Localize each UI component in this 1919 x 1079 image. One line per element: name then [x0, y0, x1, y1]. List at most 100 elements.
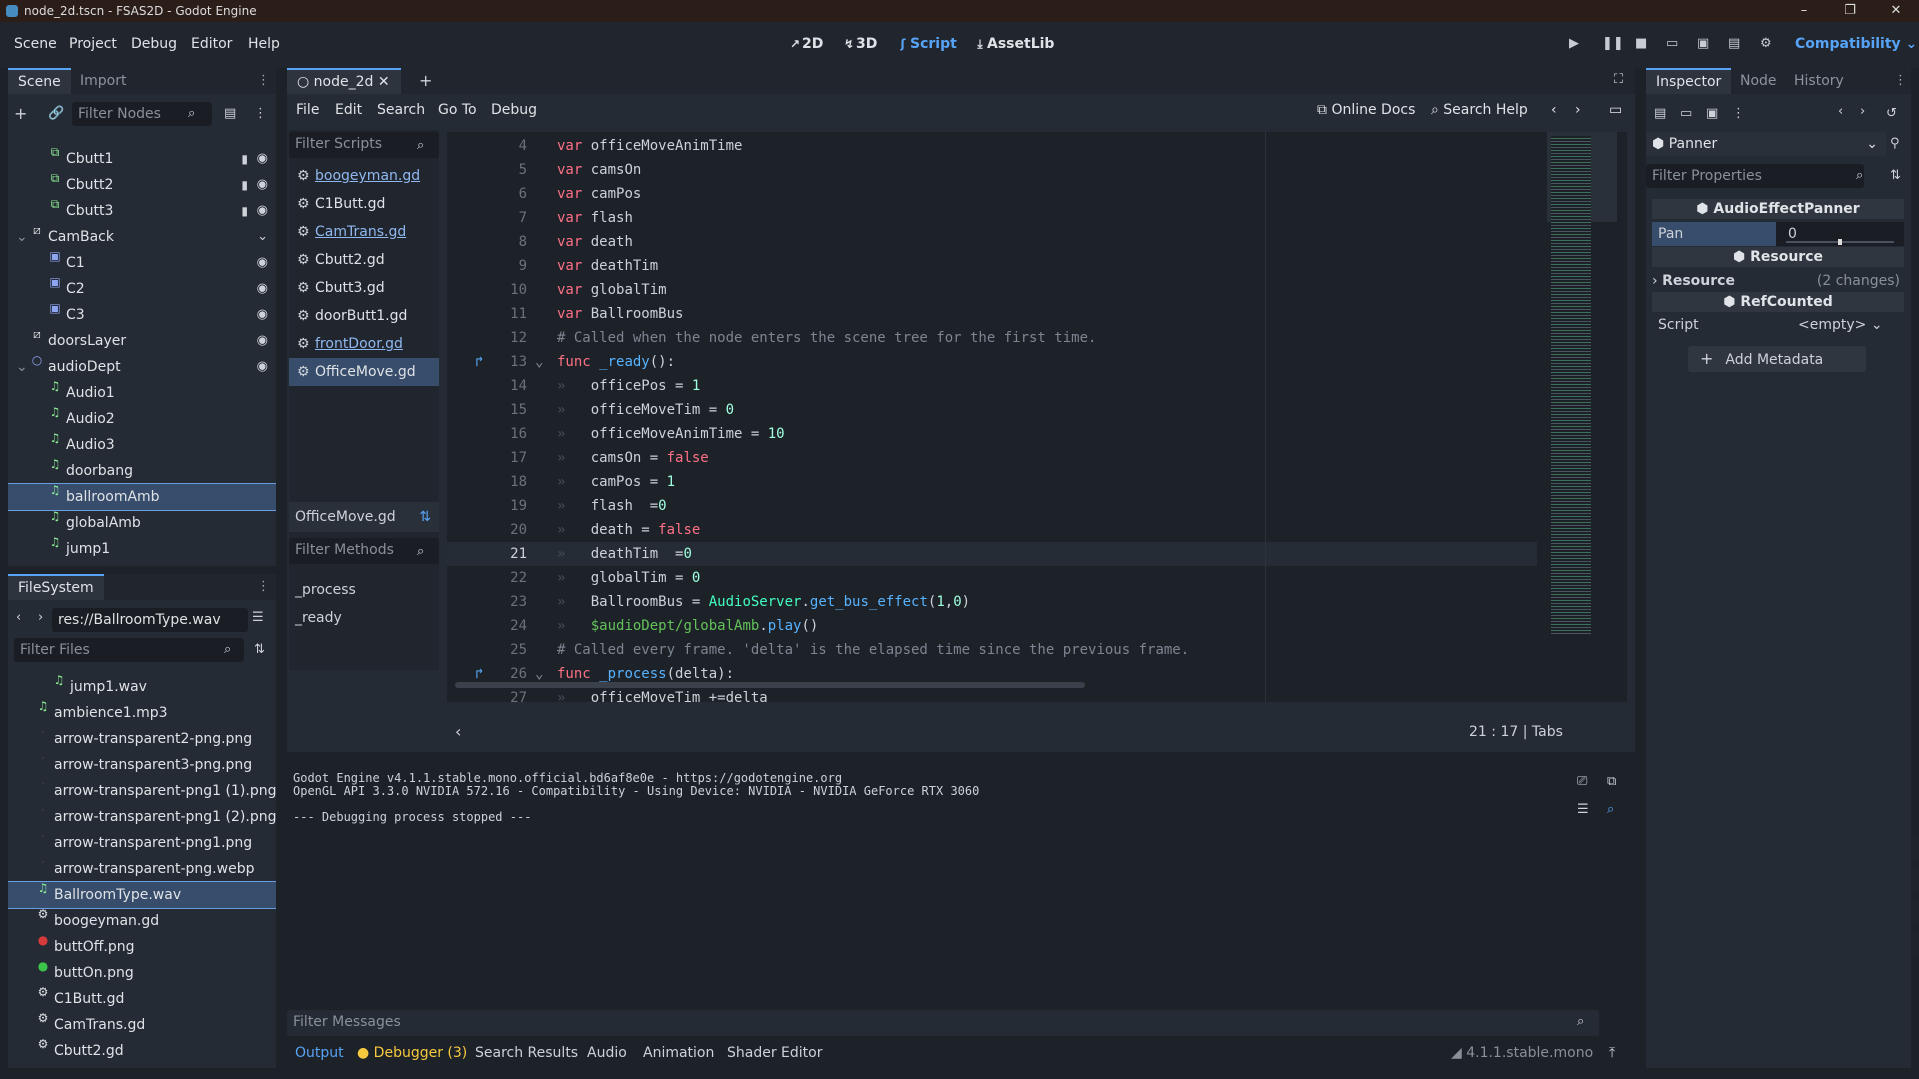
script-menu-edit[interactable]: Edit — [335, 102, 362, 118]
code-line[interactable]: 19 » flash =0 — [447, 494, 1537, 518]
file-item[interactable]: ⚙ boogeyman.gd — [8, 908, 276, 934]
file-item[interactable]: ⚙ C1Butt.gd — [8, 986, 276, 1012]
maximize-button[interactable]: ❐ — [1827, 0, 1873, 22]
object-selector[interactable]: ⬢ Panner ⌄ — [1646, 132, 1886, 156]
tab-scene[interactable]: Scene — [8, 68, 71, 94]
code-editor[interactable]: 4 var officeMoveAnimTime 5 var camsOn 6 var c… — [447, 132, 1627, 702]
workspace-assetlib[interactable]: ⤓ AssetLib — [973, 36, 1054, 52]
code-line[interactable]: 10 var globalTim — [447, 278, 1537, 302]
tab-inspector[interactable]: Inspector — [1646, 68, 1732, 94]
visibility-icon[interactable]: ◉ — [257, 302, 268, 328]
menu-scene[interactable]: Scene — [14, 36, 57, 52]
filter-files-input[interactable]: Filter Files — [14, 638, 244, 662]
open-folder-icon[interactable]: ▭ — [1680, 106, 1692, 121]
scene-tree-node[interactable]: ♫ Audio3 — [8, 432, 276, 458]
scene-tree-node[interactable]: ▣ C1 ◉ — [8, 250, 276, 276]
scene-tree-node[interactable]: ▣ C3 ◉ — [8, 302, 276, 328]
resource-group-toggle[interactable]: › Resource (2 changes) — [1652, 270, 1904, 292]
menu-debug[interactable]: Debug — [131, 36, 177, 52]
scene-tree-node[interactable]: ⧉ Cbutt3 ▮ ◉ — [8, 198, 276, 224]
code-line[interactable]: 16 » officeMoveAnimTime = 10 — [447, 422, 1537, 446]
tab-animation[interactable]: Animation — [643, 1040, 714, 1066]
tab-search-results[interactable]: Search Results — [475, 1040, 578, 1066]
scene-tree-node[interactable]: ⧄ doorsLayer ◉ — [8, 328, 276, 354]
fold-chevron-icon[interactable]: ⌄ — [535, 350, 543, 374]
override-icon[interactable]: ↱ — [475, 350, 483, 374]
sort-icon[interactable]: ⇅ — [254, 642, 265, 657]
movie-maker-icon[interactable]: ⚙ — [1760, 36, 1772, 51]
script-list-item[interactable]: ⚙ boogeyman.gd — [289, 162, 439, 190]
scene-tree-node[interactable]: ♫ Audio2 — [8, 406, 276, 432]
history-back-icon[interactable]: ‹ — [1838, 104, 1843, 119]
code-line[interactable]: 20 » death = false — [447, 518, 1537, 542]
workspace-3d[interactable]: ↯ 3D — [842, 36, 877, 52]
collapse-output-icon[interactable]: ☰ — [1577, 802, 1589, 817]
visibility-icon[interactable]: ◉ — [257, 328, 268, 354]
dock-menu-icon[interactable]: ⋮ — [257, 73, 270, 88]
code-line[interactable]: 6 var camPos — [447, 182, 1537, 206]
visibility-icon[interactable]: ◉ — [257, 276, 268, 302]
online-docs-button[interactable]: ⧉ Online Docs — [1317, 102, 1415, 118]
file-item[interactable]: · arrow-transparent-png1.png — [8, 830, 276, 856]
play-scene-icon[interactable]: ▣ — [1697, 36, 1709, 51]
scene-tree-node[interactable]: ♫ jump1 — [8, 536, 276, 560]
scene-tree-node[interactable]: ⧉ Cbutt1 ▮ ◉ — [8, 146, 276, 172]
link-icon[interactable]: 🔗 — [48, 106, 64, 121]
script-property-value[interactable]: <empty> ⌄ — [1798, 317, 1883, 333]
clear-output-icon[interactable]: ⎚ — [1577, 774, 1587, 789]
script-menu-goto[interactable]: Go To — [438, 102, 477, 118]
tab-debugger[interactable]: ● Debugger (3) — [357, 1040, 467, 1066]
code-line[interactable]: 17 » camsOn = false — [447, 446, 1537, 470]
tab-output[interactable]: Output — [295, 1040, 344, 1066]
code-line[interactable]: 14 » officePos = 1 — [447, 374, 1537, 398]
code-line[interactable]: 27 » officeMoveTim +=delta — [447, 686, 1537, 702]
distraction-free-icon[interactable]: ⛶ — [1614, 72, 1623, 87]
file-item[interactable]: ♫ ambience1.mp3 — [8, 700, 276, 726]
add-tab-icon[interactable]: + — [419, 71, 432, 90]
script-attached-icon[interactable]: ▮ — [241, 198, 248, 224]
close-tab-icon[interactable]: ✕ — [378, 74, 390, 90]
scene-tree-node[interactable]: ♫ ballroomAmb — [8, 483, 276, 511]
visibility-icon[interactable]: ◉ — [257, 198, 268, 224]
code-line[interactable]: 5 var camsOn — [447, 158, 1537, 182]
toggle-scripts-panel-icon[interactable]: ‹ — [455, 722, 461, 741]
menu-project[interactable]: Project — [69, 36, 117, 52]
pan-slider[interactable]: 0 — [1776, 222, 1904, 246]
code-line[interactable]: 21 » deathTim =0 — [447, 542, 1537, 566]
pause-icon[interactable]: ❚❚ — [1602, 36, 1624, 51]
code-line[interactable]: 18 » camPos = 1 — [447, 470, 1537, 494]
scene-tree-node[interactable]: ⧉ Cbutt2 ▮ ◉ — [8, 172, 276, 198]
file-item[interactable]: ⚙ CamTrans.gd — [8, 1012, 276, 1038]
file-item[interactable]: · arrow-transparent-png1 (1).png — [8, 778, 276, 804]
tab-filesystem[interactable]: FileSystem — [8, 574, 104, 600]
code-line[interactable]: 24 » $audioDept/globalAmb.play() — [447, 614, 1537, 638]
visibility-icon[interactable]: ◉ — [257, 172, 268, 198]
script-list-item[interactable]: ⚙ Cbutt3.gd — [289, 274, 439, 302]
save-icon[interactable]: ▣ — [1706, 106, 1718, 121]
filter-properties-input[interactable]: Filter Properties — [1646, 164, 1864, 188]
visibility-icon[interactable]: ⌄ — [257, 224, 268, 250]
tab-shader-editor[interactable]: Shader Editor — [727, 1040, 822, 1066]
tab-history[interactable]: History — [1784, 68, 1854, 94]
search-output-icon[interactable]: ⌕ — [1607, 802, 1614, 817]
method-item[interactable]: _process — [289, 576, 356, 604]
code-line[interactable]: 22 » globalTim = 0 — [447, 566, 1537, 590]
filesystem-path-field[interactable]: res://BallroomType.wav — [52, 608, 248, 632]
tab-node[interactable]: Node — [1730, 68, 1787, 94]
code-line[interactable]: 12 # Called when the node enters the scen… — [447, 326, 1537, 350]
scene-tree-node[interactable]: ▣ C2 ◉ — [8, 276, 276, 302]
open-docs-icon[interactable]: ⚲ — [1890, 136, 1900, 151]
renderer-selector[interactable]: Compatibility ⌄ — [1795, 36, 1917, 52]
method-item[interactable]: _ready — [289, 604, 342, 632]
scene-tree-node[interactable]: ♫ Audio1 — [8, 380, 276, 406]
file-item[interactable]: · arrow-transparent2-png.png — [8, 726, 276, 752]
script-list-item[interactable]: ⚙ OfficeMove.gd — [289, 358, 439, 386]
scene-menu-icon[interactable]: ⋮ — [254, 106, 267, 121]
script-list-item[interactable]: ⚙ Cbutt2.gd — [289, 246, 439, 274]
back-icon[interactable]: ‹ — [16, 610, 21, 625]
code-line[interactable]: 11 var BallroomBus — [447, 302, 1537, 326]
history-forward-icon[interactable]: › — [1860, 104, 1865, 119]
minimize-button[interactable]: – — [1781, 0, 1827, 22]
code-line[interactable]: 4 var officeMoveAnimTime — [447, 134, 1537, 158]
menu-editor[interactable]: Editor — [191, 36, 232, 52]
